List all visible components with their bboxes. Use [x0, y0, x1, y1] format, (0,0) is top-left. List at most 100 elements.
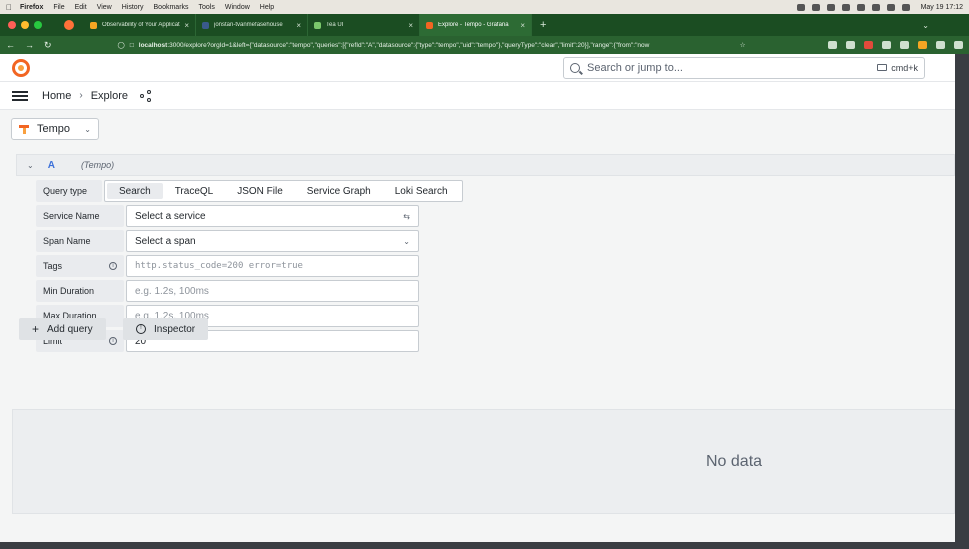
loading-icon: ⇆ [403, 211, 410, 221]
back-arrow-icon[interactable]: ← [6, 40, 15, 50]
url-host: localhost [138, 41, 168, 49]
span-name-select[interactable]: Select a span ⌄ [126, 230, 419, 252]
menubar-tray: May 19 17:12 [796, 3, 963, 11]
list-tabs-chevron-icon[interactable]: ⌄ [922, 21, 929, 30]
extension-icon[interactable] [900, 41, 909, 49]
menu-help[interactable]: Help [260, 4, 274, 11]
close-tab-icon[interactable]: × [408, 21, 413, 30]
close-tab-icon[interactable]: × [296, 21, 301, 30]
menu-tools[interactable]: Tools [199, 4, 215, 11]
menu-hamburger-icon[interactable] [12, 90, 28, 101]
browser-tab[interactable]: Observability of Your Applicati… × [84, 14, 196, 36]
breadcrumb-home[interactable]: Home [42, 90, 71, 102]
query-type-selector: Search TraceQL JSON File Service Graph L… [104, 180, 463, 202]
menu-file[interactable]: File [53, 4, 64, 11]
query-ref-id[interactable]: A [48, 160, 55, 171]
tray-app-icon[interactable] [856, 3, 865, 11]
url-bar[interactable]: ◯ □ localhost:3000/explore?orgId=1&left=… [112, 38, 752, 52]
tray-control-center-icon[interactable] [901, 3, 910, 11]
info-icon[interactable]: i [109, 262, 117, 270]
tray-search-icon[interactable] [886, 3, 895, 11]
info-icon[interactable]: i [109, 337, 117, 345]
search-bar[interactable]: Search or jump to... cmd+k [563, 56, 925, 79]
extension-icon[interactable] [918, 41, 927, 49]
page-info-icon[interactable]: □ [130, 42, 134, 49]
service-name-select[interactable]: Select a service ⇆ [126, 205, 419, 227]
tab-json-file[interactable]: JSON File [225, 183, 295, 199]
tags-label-text: Tags [43, 261, 63, 271]
service-name-placeholder: Select a service [135, 210, 206, 222]
add-query-button[interactable]: + Add query [19, 318, 106, 340]
service-name-label: Service Name [36, 205, 124, 227]
datasource-picker[interactable]: Tempo ⌄ [11, 118, 99, 140]
tab-service-graph[interactable]: Service Graph [295, 183, 383, 199]
extension-icon[interactable] [882, 41, 891, 49]
close-window-icon[interactable] [8, 21, 16, 29]
search-placeholder: Search or jump to... [587, 61, 683, 74]
tray-app-icon[interactable] [796, 3, 805, 11]
min-duration-input[interactable]: e.g. 1.2s, 100ms [126, 280, 419, 302]
tempo-icon [19, 124, 29, 134]
close-tab-icon[interactable]: × [520, 21, 525, 30]
menu-history[interactable]: History [122, 4, 144, 11]
query-row: ⌄ A (Tempo) Query type Search TraceQL JS… [16, 154, 955, 392]
new-tab-icon[interactable]: + [540, 19, 546, 31]
bookmark-star-icon[interactable]: ☆ [734, 41, 746, 49]
close-tab-icon[interactable]: × [184, 21, 189, 30]
extensions-puzzle-icon[interactable] [936, 41, 945, 49]
menu-window[interactable]: Window [225, 4, 250, 11]
query-row-header[interactable]: ⌄ A (Tempo) [16, 154, 955, 176]
tray-cloud-icon[interactable] [811, 3, 820, 11]
search-icon [570, 62, 580, 73]
tab-traceql[interactable]: TraceQL [163, 183, 226, 199]
menu-firefox[interactable]: Firefox [20, 4, 43, 11]
extension-icon[interactable] [864, 41, 873, 49]
tags-label: Tags i [36, 255, 124, 277]
browser-nav-bar: ← → ↻ ◯ □ localhost:3000/explore?orgId=1… [0, 36, 969, 54]
min-duration-row: Min Duration e.g. 1.2s, 100ms [36, 280, 419, 302]
minimize-window-icon[interactable] [21, 21, 29, 29]
tab-favicon-icon [314, 21, 321, 29]
grafana-top-bar: Search or jump to... cmd+k [0, 54, 955, 82]
tab-label: jonstan-tvanmefasehouse [214, 22, 283, 28]
results-panel: No data [12, 409, 955, 514]
query-type-label: Query type [36, 180, 102, 202]
shield-icon[interactable]: ◯ [118, 41, 125, 49]
menu-view[interactable]: View [97, 4, 112, 11]
tags-input[interactable]: http.status_code=200 error=true [126, 255, 419, 277]
collapse-chevron-icon[interactable]: ⌄ [27, 161, 34, 170]
tab-label: Tea UI [326, 22, 344, 28]
zoom-window-icon[interactable] [34, 21, 42, 29]
tray-app-icon[interactable] [826, 3, 835, 11]
firefox-view-icon[interactable] [64, 20, 74, 30]
downloads-icon[interactable] [846, 41, 855, 49]
inspector-button[interactable]: ! Inspector [123, 318, 209, 340]
browser-tab[interactable]: Tea UI × [308, 14, 420, 36]
shortcut-text: cmd+k [891, 62, 918, 73]
apple-icon[interactable]:  [6, 3, 12, 12]
datasource-name: Tempo [37, 123, 71, 135]
pocket-icon[interactable] [828, 41, 837, 49]
span-name-row: Span Name Select a span ⌄ [36, 230, 419, 252]
tab-loki-search[interactable]: Loki Search [383, 183, 460, 199]
tab-search[interactable]: Search [107, 183, 163, 199]
tray-wifi-icon[interactable] [871, 3, 880, 11]
forward-arrow-icon[interactable]: → [25, 40, 34, 50]
menubar-clock[interactable]: May 19 17:12 [921, 4, 963, 11]
tags-row: Tags i http.status_code=200 error=true [36, 255, 419, 277]
query-type-row: Query type Search TraceQL JSON File Serv… [36, 180, 463, 202]
explore-toolbar: Tempo ⌄ [0, 110, 955, 148]
grafana-logo-icon[interactable] [12, 58, 30, 77]
browser-tab[interactable]: jonstan-tvanmefasehouse × [196, 14, 308, 36]
browser-tab-active[interactable]: Explore - Tempo - Grafana × [420, 14, 532, 36]
app-menu-icon[interactable] [954, 41, 963, 49]
share-icon[interactable] [139, 89, 152, 102]
reload-icon[interactable]: ↻ [44, 40, 52, 51]
menu-bookmarks[interactable]: Bookmarks [154, 4, 189, 11]
breadcrumb-bar: Home › Explore [0, 82, 955, 110]
menu-edit[interactable]: Edit [75, 4, 87, 11]
tray-app-icon[interactable] [841, 3, 850, 11]
chevron-down-icon: ⌄ [84, 124, 91, 134]
plus-icon: + [32, 322, 40, 336]
span-name-placeholder: Select a span [135, 235, 196, 247]
